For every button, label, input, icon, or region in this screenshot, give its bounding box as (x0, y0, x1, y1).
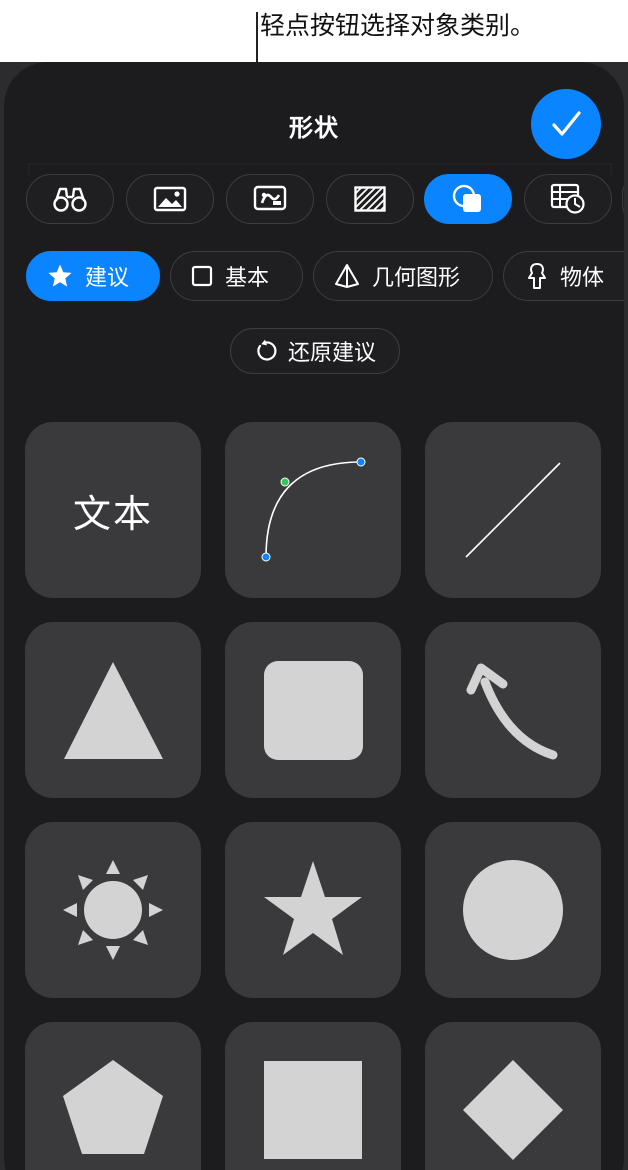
chart-icon (550, 183, 585, 214)
line-shape-icon (465, 462, 561, 558)
sun-shape-tile[interactable] (25, 822, 201, 998)
chip-geometry[interactable]: 几何图形 (313, 251, 493, 301)
media-icon (253, 185, 287, 211)
panel-backdrop: 形状 建议 基本 几何图形 物体 还原建议 文本 (0, 62, 628, 1170)
restore-suggestions-button[interactable]: 还原建议 (230, 328, 400, 374)
chip-label: 物体 (560, 266, 605, 291)
square-icon (191, 265, 213, 287)
circle-shape-icon (463, 860, 563, 960)
text-shape-tile[interactable]: 文本 (25, 422, 201, 598)
binoculars-icon (53, 187, 87, 212)
star-icon (48, 264, 72, 287)
curved-arrow-shape-icon (466, 663, 558, 760)
tab-media[interactable] (226, 174, 314, 224)
callout-bracket-left (28, 163, 30, 175)
callout-bracket (28, 163, 612, 165)
star-shape-icon (264, 861, 362, 955)
chip-label: 几何图形 (372, 266, 461, 291)
tab-binoculars[interactable] (26, 174, 114, 224)
object-icon (528, 263, 546, 289)
star-shape-tile[interactable] (225, 822, 401, 998)
pentagon-shape-tile[interactable] (25, 1022, 201, 1170)
shapes-sheet: 形状 建议 基本 几何图形 物体 还原建议 文本 (4, 62, 624, 1170)
chip-basic[interactable]: 基本 (170, 251, 303, 301)
pentagon-shape-icon (63, 1060, 163, 1154)
tab-photo[interactable] (126, 174, 214, 224)
pyramid-icon (335, 264, 359, 288)
callout-bracket-right (610, 163, 612, 175)
done-button[interactable] (531, 89, 601, 159)
sun-shape-icon (63, 860, 163, 960)
circle-shape-tile[interactable] (425, 822, 601, 998)
checkmark-icon (552, 111, 581, 136)
tab-more[interactable] (622, 174, 624, 224)
photo-icon (153, 186, 187, 212)
text-shape-label: 文本 (72, 491, 153, 536)
rounded-square-shape-icon (264, 661, 363, 760)
chip-label: 建议 (85, 266, 130, 291)
square-shape-tile[interactable] (225, 1022, 401, 1170)
triangle-shape-icon (64, 662, 163, 759)
restore-label: 还原建议 (287, 341, 376, 366)
curve-shape-tile[interactable] (225, 422, 401, 598)
line-shape-tile[interactable] (425, 422, 601, 598)
callout-text: 轻点按钮选择对象类别。 (260, 11, 536, 40)
diamond-shape-tile[interactable] (425, 1022, 601, 1170)
tab-shapes[interactable] (424, 174, 512, 224)
tab-hatched[interactable] (326, 174, 414, 224)
chip-suggestions[interactable]: 建议 (26, 251, 160, 301)
restore-icon (257, 339, 277, 361)
shapes-icon (452, 184, 481, 212)
rounded-square-shape-tile[interactable] (225, 622, 401, 798)
hatched-square-icon (354, 186, 386, 212)
tab-chart[interactable] (524, 174, 612, 224)
square-shape-icon (264, 1061, 362, 1159)
curved-arrow-shape-tile[interactable] (425, 622, 601, 798)
chip-objects[interactable]: 物体 (503, 251, 624, 301)
diamond-shape-icon (463, 1060, 563, 1160)
chip-label: 基本 (225, 266, 270, 291)
curve-shape-icon (261, 457, 366, 562)
triangle-shape-tile[interactable] (25, 622, 201, 798)
